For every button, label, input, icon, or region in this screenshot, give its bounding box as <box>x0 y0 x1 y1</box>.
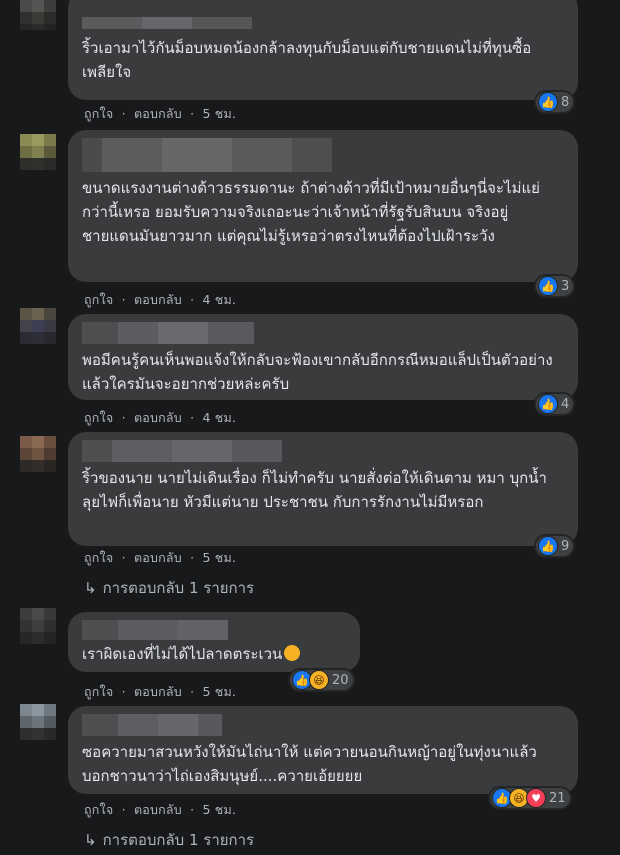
like-link[interactable]: ถูกใจ <box>84 684 113 699</box>
separator: · <box>190 292 195 307</box>
reaction-count: 8 <box>561 94 570 110</box>
timestamp[interactable]: 4 ชม. <box>202 292 236 307</box>
thumbs-up-icon: 👍 <box>538 92 558 112</box>
reaction-count: 9 <box>561 538 570 554</box>
reply-link[interactable]: ตอบกลับ <box>134 802 182 817</box>
reply-link[interactable]: ตอบกลับ <box>134 410 182 425</box>
avatar[interactable] <box>20 608 56 644</box>
comment-bubble: เราผิดเองที่ไม่ได้ไปลาดตระเวน <box>68 612 360 672</box>
comment-bubble: ริ้วเอามาไว้กันม็อบหมดน้องกล้าลงทุนกับม็… <box>68 0 578 100</box>
comment-bubble: ริ้วของนาย นายไม่เดินเรื่อง ก็ไม่ทำครับ … <box>68 432 578 546</box>
comment-text: ซอควายมาสวนหวังให้มันไถ่นาให้ แต่ควายนอน… <box>82 743 537 785</box>
comment-text-content: เราผิดเองที่ไม่ได้ไปลาดตระเวน <box>82 645 283 663</box>
comment-actions: ถูกใจ · ตอบกลับ · 5 ชม. <box>84 104 240 124</box>
reaction-count: 20 <box>332 672 349 688</box>
separator: · <box>121 106 126 121</box>
separator: · <box>190 684 195 699</box>
avatar[interactable] <box>20 436 56 472</box>
comment-actions: ถูกใจ · ตอบกลับ · 5 ชม. <box>84 548 240 568</box>
grimace-emoji-icon <box>284 645 301 661</box>
reaction-count: 4 <box>561 396 570 412</box>
like-link[interactable]: ถูกใจ <box>84 292 113 307</box>
thumbs-up-icon: 👍 <box>538 536 558 556</box>
laughing-face-icon: 😆 <box>309 670 329 690</box>
reaction-summary[interactable]: 👍 😆 20 <box>290 670 353 690</box>
timestamp[interactable]: 5 ชม. <box>202 106 236 121</box>
avatar[interactable] <box>20 704 56 740</box>
reaction-summary[interactable]: 👍 3 <box>536 276 574 296</box>
thumbs-up-icon: 👍 <box>538 394 558 414</box>
comment-actions: ถูกใจ · ตอบกลับ · 5 ชม. <box>84 800 240 820</box>
separator: · <box>121 410 126 425</box>
view-replies-link[interactable]: ↳ การตอบกลับ 1 รายการ <box>84 828 254 852</box>
thumbs-up-icon: 👍 <box>538 276 558 296</box>
author-name-blurred[interactable] <box>82 440 564 462</box>
like-link[interactable]: ถูกใจ <box>84 550 113 565</box>
reply-arrow-icon: ↳ <box>84 579 97 597</box>
replies-label: การตอบกลับ 1 รายการ <box>102 579 255 597</box>
like-link[interactable]: ถูกใจ <box>84 410 113 425</box>
author-name-blurred[interactable] <box>82 322 564 344</box>
reaction-summary[interactable]: 👍 9 <box>536 536 574 556</box>
reply-link[interactable]: ตอบกลับ <box>134 292 182 307</box>
comment-text: ริ้วของนาย นายไม่เดินเรื่อง ก็ไม่ทำครับ … <box>82 469 547 511</box>
comment-bubble: ซอควายมาสวนหวังให้มันไถ่นาให้ แต่ควายนอน… <box>68 706 578 794</box>
like-link[interactable]: ถูกใจ <box>84 802 113 817</box>
separator: · <box>190 550 195 565</box>
separator: · <box>190 410 195 425</box>
separator: · <box>190 106 195 121</box>
author-name-blurred[interactable] <box>82 138 564 172</box>
reaction-summary[interactable]: 👍 8 <box>536 92 574 112</box>
reaction-count: 3 <box>561 278 570 294</box>
comment-text: พอมีคนรู้คนเห็นพอแจ้งให้กลับจะฟ้องเขากลั… <box>82 351 553 393</box>
reaction-summary[interactable]: 👍 😆 ♥ 21 <box>490 788 570 808</box>
separator: · <box>190 802 195 817</box>
separator: · <box>121 802 126 817</box>
avatar[interactable] <box>20 134 56 170</box>
timestamp[interactable]: 5 ชม. <box>202 802 236 817</box>
timestamp[interactable]: 5 ชม. <box>202 684 236 699</box>
replies-label: การตอบกลับ 1 รายการ <box>102 831 255 849</box>
like-link[interactable]: ถูกใจ <box>84 106 113 121</box>
separator: · <box>121 292 126 307</box>
heart-icon: ♥ <box>526 788 546 808</box>
separator: · <box>121 684 126 699</box>
comment-actions: ถูกใจ · ตอบกลับ · 5 ชม. <box>84 682 240 702</box>
reply-link[interactable]: ตอบกลับ <box>134 684 182 699</box>
author-name-blurred[interactable] <box>82 14 564 29</box>
reaction-summary[interactable]: 👍 4 <box>536 394 574 414</box>
timestamp[interactable]: 4 ชม. <box>202 410 236 425</box>
comment-actions: ถูกใจ · ตอบกลับ · 4 ชม. <box>84 408 240 428</box>
comment-bubble: พอมีคนรู้คนเห็นพอแจ้งให้กลับจะฟ้องเขากลั… <box>68 314 578 400</box>
reply-arrow-icon: ↳ <box>84 831 97 849</box>
reply-link[interactable]: ตอบกลับ <box>134 106 182 121</box>
comment-text: ริ้วเอามาไว้กันม็อบหมดน้องกล้าลงทุนกับม็… <box>82 39 537 81</box>
avatar[interactable] <box>20 0 56 30</box>
timestamp[interactable]: 5 ชม. <box>202 550 236 565</box>
author-name-blurred[interactable] <box>82 714 564 736</box>
author-name-blurred[interactable] <box>82 620 346 640</box>
separator: · <box>121 550 126 565</box>
reaction-count: 21 <box>549 790 566 806</box>
avatar[interactable] <box>20 308 56 344</box>
view-replies-link[interactable]: ↳ การตอบกลับ 1 รายการ <box>84 576 254 600</box>
comment-actions: ถูกใจ · ตอบกลับ · 4 ชม. <box>84 290 240 310</box>
comment-bubble: ขนาดแรงงานต่างด้าวธรรมดานะ ถ้าต่างด้าวที… <box>68 130 578 282</box>
comment-text: เราผิดเองที่ไม่ได้ไปลาดตระเวน <box>82 642 346 666</box>
comment-text: ขนาดแรงงานต่างด้าวธรรมดานะ ถ้าต่างด้าวที… <box>82 179 540 245</box>
reply-link[interactable]: ตอบกลับ <box>134 550 182 565</box>
